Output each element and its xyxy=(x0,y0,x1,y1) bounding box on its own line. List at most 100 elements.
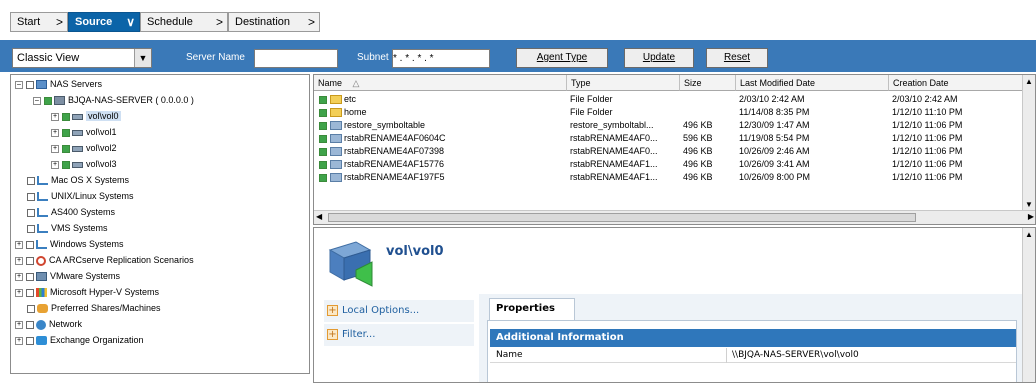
checkbox[interactable] xyxy=(44,96,52,105)
subnet-input[interactable]: * . * . * . * xyxy=(392,49,490,68)
tree-node-as400[interactable]: AS400 Systems xyxy=(27,204,115,220)
cell-created: 1/12/10 11:06 PM xyxy=(892,159,963,169)
tree-node-network[interactable]: + Network xyxy=(15,316,82,332)
checkbox[interactable] xyxy=(26,80,34,89)
property-value: \\BJQA-NAS-SERVER\vol\vol0 xyxy=(732,350,859,360)
heart-icon xyxy=(37,304,48,314)
checkbox[interactable] xyxy=(26,336,34,345)
checkbox[interactable] xyxy=(27,224,35,233)
expand-icon[interactable]: + xyxy=(51,144,59,153)
vmware-icon xyxy=(36,272,47,282)
column-header-modified[interactable]: Last Modified Date xyxy=(736,75,889,91)
collapse-icon[interactable]: – xyxy=(15,80,23,89)
checkbox[interactable] xyxy=(26,272,34,281)
local-options-link[interactable]: + Local Options... xyxy=(324,300,474,322)
checkbox[interactable] xyxy=(26,320,34,329)
cell-created: 1/12/10 11:06 PM xyxy=(892,146,963,156)
tab-schedule-label: Schedule xyxy=(147,16,193,28)
column-header-created[interactable]: Creation Date xyxy=(889,75,1024,91)
scroll-left-icon[interactable]: ◀ xyxy=(316,212,322,221)
checkbox[interactable] xyxy=(319,173,327,182)
expand-icon[interactable]: + xyxy=(15,240,23,249)
table-row[interactable]: rstabRENAME4AF07398 rstabRENAME4AF0... 4… xyxy=(314,145,1024,158)
tree-node-nas-servers[interactable]: – NAS Servers xyxy=(15,76,102,92)
tree-node-unix-linux[interactable]: UNIX/Linux Systems xyxy=(27,188,134,204)
checkbox[interactable] xyxy=(319,134,327,143)
tree-node-vol1[interactable]: + vol\vol1 xyxy=(51,124,117,140)
column-header-name[interactable]: Name △ xyxy=(314,75,567,91)
tree-node-hyperv[interactable]: + Microsoft Hyper-V Systems xyxy=(15,284,159,300)
cell-type: rstabRENAME4AF0... xyxy=(570,133,658,143)
server-name-label: Server Name xyxy=(186,52,245,63)
table-row[interactable]: home File Folder 11/14/08 8:35 PM 1/12/1… xyxy=(314,106,1024,119)
volume-large-icon xyxy=(328,241,373,287)
tree-node-vol0[interactable]: + vol\vol0 xyxy=(51,108,121,124)
expand-icon[interactable]: + xyxy=(51,160,59,169)
checkbox[interactable] xyxy=(27,192,35,201)
table-row[interactable]: rstabRENAME4AF197F5 rstabRENAME4AF1... 4… xyxy=(314,171,1024,184)
scroll-up-icon[interactable]: ▲ xyxy=(1025,230,1033,239)
checkbox[interactable] xyxy=(319,160,327,169)
tree-node-vms[interactable]: VMS Systems xyxy=(27,220,108,236)
server-name-input[interactable] xyxy=(254,49,338,68)
column-header-type[interactable]: Type xyxy=(567,75,680,91)
detail-vertical-scrollbar[interactable]: ▲ xyxy=(1022,228,1035,382)
scroll-down-icon[interactable]: ▼ xyxy=(1025,200,1033,209)
column-header-size[interactable]: Size xyxy=(680,75,736,91)
tree-node-vmware[interactable]: + VMware Systems xyxy=(15,268,120,284)
checkbox[interactable] xyxy=(27,304,35,313)
checkbox[interactable] xyxy=(62,112,70,121)
checkbox[interactable] xyxy=(26,288,34,297)
tree-node-exchange[interactable]: + Exchange Organization xyxy=(15,332,144,348)
cell-modified: 11/14/08 8:35 PM xyxy=(739,107,810,117)
checkbox[interactable] xyxy=(26,256,34,265)
checkbox[interactable] xyxy=(27,176,35,185)
expand-icon[interactable]: + xyxy=(15,320,23,329)
source-toolbar: Classic View ▼ Server Name Subnet * . * … xyxy=(0,40,1036,72)
expand-icon[interactable]: + xyxy=(15,256,23,265)
grid-horizontal-scrollbar[interactable]: ◀ ▶ xyxy=(314,210,1035,224)
expand-icon[interactable]: + xyxy=(51,112,59,121)
checkbox[interactable] xyxy=(62,128,70,137)
tree-node-nas-server[interactable]: – BJQA-NAS-SERVER ( 0.0.0.0 ) xyxy=(33,92,194,108)
checkbox[interactable] xyxy=(319,147,327,156)
checkbox[interactable] xyxy=(26,240,34,249)
expand-icon[interactable]: + xyxy=(51,128,59,137)
checkbox[interactable] xyxy=(319,95,327,104)
scroll-thumb[interactable] xyxy=(328,213,916,222)
checkbox[interactable] xyxy=(319,121,327,130)
tree-node-preferred-shares[interactable]: Preferred Shares/Machines xyxy=(27,300,161,316)
scroll-up-icon[interactable]: ▲ xyxy=(1025,77,1033,86)
filter-link[interactable]: + Filter... xyxy=(324,324,474,346)
checkbox[interactable] xyxy=(27,208,35,217)
table-row[interactable]: rstabRENAME4AF15776 rstabRENAME4AF1... 4… xyxy=(314,158,1024,171)
expand-icon[interactable]: + xyxy=(15,272,23,281)
update-button[interactable]: Update xyxy=(624,48,694,68)
expand-icon[interactable]: + xyxy=(15,288,23,297)
chevron-down-icon[interactable]: ▼ xyxy=(134,49,151,67)
table-row[interactable]: rstabRENAME4AF0604C rstabRENAME4AF0... 5… xyxy=(314,132,1024,145)
scroll-right-icon[interactable]: ▶ xyxy=(1028,212,1034,221)
grid-vertical-scrollbar[interactable]: ▲ ▼ xyxy=(1022,75,1035,211)
additional-information-header: Additional Information xyxy=(490,329,1016,347)
tree-node-vol3[interactable]: + vol\vol3 xyxy=(51,156,117,172)
tree-node-mac-os-x[interactable]: Mac OS X Systems xyxy=(27,172,129,188)
tab-properties[interactable]: Properties xyxy=(489,298,575,320)
reset-button[interactable]: Reset xyxy=(706,48,768,68)
checkbox[interactable] xyxy=(62,144,70,153)
tree-node-windows[interactable]: + Windows Systems xyxy=(15,236,124,252)
view-select[interactable]: Classic View ▼ xyxy=(12,48,152,68)
tab-destination[interactable]: Destination > xyxy=(228,12,320,32)
expand-icon[interactable]: + xyxy=(15,336,23,345)
tree-node-vol2[interactable]: + vol\vol2 xyxy=(51,140,117,156)
checkbox[interactable] xyxy=(62,160,70,169)
table-row[interactable]: restore_symboltable restore_symboltabl..… xyxy=(314,119,1024,132)
checkbox[interactable] xyxy=(319,108,327,117)
tree-node-arcserve-replication[interactable]: + CA ARCserve Replication Scenarios xyxy=(15,252,194,268)
tab-schedule[interactable]: Schedule > xyxy=(140,12,228,32)
agent-type-button[interactable]: Agent Type xyxy=(516,48,608,68)
collapse-icon[interactable]: – xyxy=(33,96,41,105)
tab-start[interactable]: Start > xyxy=(10,12,68,32)
table-row[interactable]: etc File Folder 2/03/10 2:42 AM 2/03/10 … xyxy=(314,93,1024,106)
tab-source[interactable]: Source ∨ xyxy=(68,12,140,32)
